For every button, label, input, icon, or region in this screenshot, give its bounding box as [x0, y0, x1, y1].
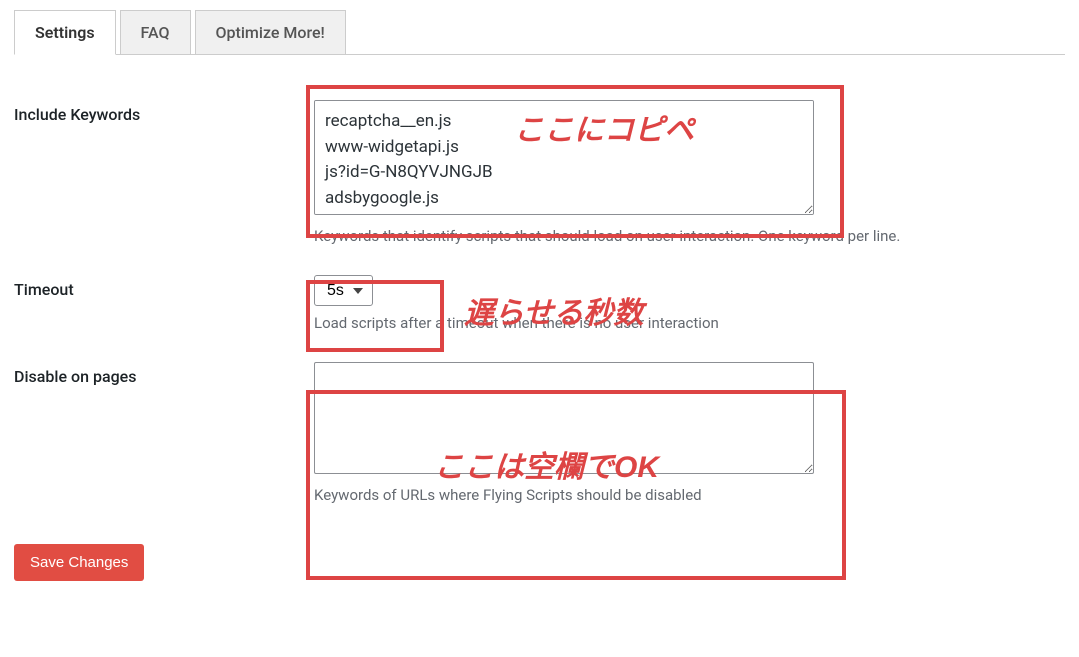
- disable-on-pages-label: Disable on pages: [14, 347, 304, 519]
- save-changes-button[interactable]: Save Changes: [14, 544, 144, 581]
- timeout-description: Load scripts after a timeout when there …: [314, 314, 1055, 332]
- tab-settings[interactable]: Settings: [14, 10, 116, 55]
- include-keywords-label: Include Keywords: [14, 85, 304, 260]
- disable-on-pages-textarea[interactable]: [314, 362, 814, 474]
- tab-optimize[interactable]: Optimize More!: [195, 10, 346, 55]
- include-keywords-description: Keywords that identify scripts that shou…: [314, 227, 1055, 245]
- settings-container: Settings FAQ Optimize More! Include Keyw…: [14, 10, 1065, 581]
- nav-tabs: Settings FAQ Optimize More!: [14, 10, 1065, 55]
- include-keywords-textarea[interactable]: [314, 100, 814, 215]
- tab-faq[interactable]: FAQ: [120, 10, 191, 55]
- disable-on-pages-description: Keywords of URLs where Flying Scripts sh…: [314, 486, 1055, 504]
- timeout-select[interactable]: 5s: [314, 275, 373, 306]
- timeout-label: Timeout: [14, 260, 304, 347]
- settings-form-table: Include Keywords Keywords that identify …: [14, 85, 1065, 519]
